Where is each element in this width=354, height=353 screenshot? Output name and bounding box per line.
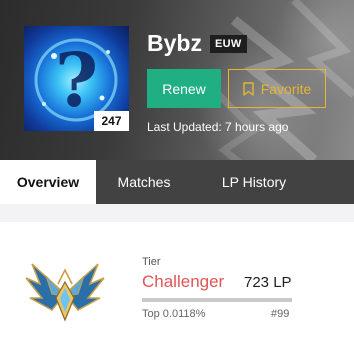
rank-card: Tier Challenger 723 LP Top 0.0118% #99: [0, 222, 354, 353]
summoner-name: Bybz: [147, 30, 202, 56]
favorite-label: Favorite: [260, 80, 312, 97]
last-updated-text: Last Updated: 7 hours ago: [147, 120, 289, 134]
tier-name: Challenger: [142, 272, 225, 291]
lp-value: 723 LP: [244, 274, 292, 291]
tab-label: Overview: [16, 174, 80, 190]
tab-matches[interactable]: Matches: [96, 160, 192, 204]
lp-progress-fill: [142, 298, 292, 302]
region-badge: EUW: [210, 35, 247, 53]
tier-label: Tier: [142, 256, 161, 268]
profile-header: ? 247 Bybz EUW Renew Favorite Last Updat…: [0, 0, 354, 193]
lp-progress-bar: [142, 298, 292, 302]
level-badge: 247: [94, 111, 129, 131]
profile-tabs: Overview Matches LP History: [0, 160, 354, 204]
tab-overview[interactable]: Overview: [0, 160, 96, 204]
top-percent-text: Top 0.0118%: [142, 308, 206, 320]
tab-label: LP History: [221, 174, 287, 190]
challenger-emblem-icon: [25, 263, 105, 322]
renew-button[interactable]: Renew: [147, 69, 221, 108]
bookmark-icon: [243, 81, 254, 96]
favorite-button[interactable]: Favorite: [228, 69, 326, 108]
tab-lp-history[interactable]: LP History: [192, 160, 316, 204]
rank-position: #99: [271, 308, 290, 320]
tab-label: Matches: [117, 174, 171, 190]
renew-label: Renew: [162, 80, 206, 97]
